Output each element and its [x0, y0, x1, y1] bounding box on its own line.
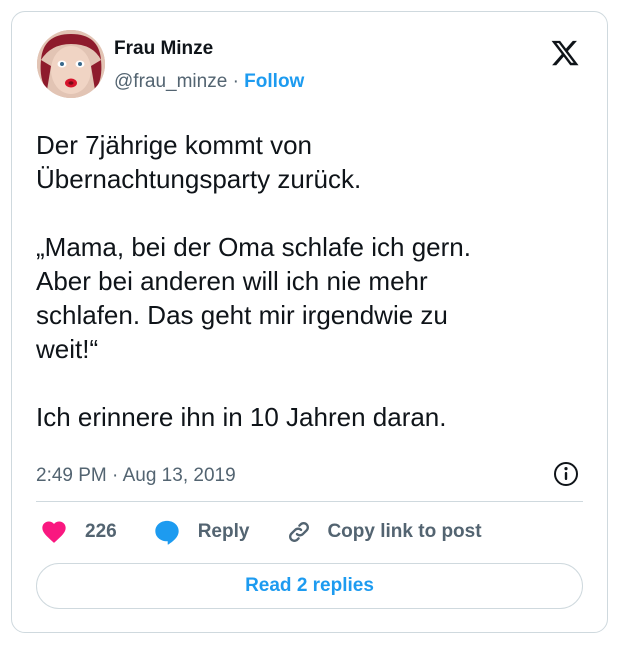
post-timestamp[interactable]: 2:49 PM · Aug 13, 2019 — [36, 464, 236, 488]
divider — [36, 501, 583, 502]
reply-button[interactable]: Reply — [153, 518, 250, 546]
avatar-image — [37, 30, 105, 98]
author-handle-row: @frau_minze · Follow — [114, 70, 304, 94]
author-handle[interactable]: @frau_minze — [114, 71, 227, 92]
action-bar: 226 Reply Copy link to post — [36, 517, 482, 547]
info-icon[interactable] — [553, 461, 579, 487]
like-button[interactable]: 226 — [40, 518, 117, 546]
author-name[interactable]: Frau Minze — [114, 37, 213, 61]
x-logo-icon[interactable] — [549, 38, 581, 68]
handle-separator: · — [232, 71, 239, 92]
like-count: 226 — [85, 521, 117, 542]
post-text: Der 7jährige kommt von Übernachtungspart… — [36, 130, 471, 432]
read-replies-button[interactable]: Read 2 replies — [36, 563, 583, 609]
reply-label: Reply — [197, 521, 250, 542]
heart-icon — [40, 518, 68, 546]
link-icon — [285, 518, 313, 546]
copy-link-label: Copy link to post — [327, 521, 482, 542]
avatar[interactable] — [37, 30, 105, 98]
speech-bubble-icon — [153, 518, 181, 546]
copy-link-button[interactable]: Copy link to post — [285, 518, 482, 546]
post-card: Frau Minze @frau_minze · Follow Der 7jäh… — [11, 11, 608, 633]
follow-button[interactable]: Follow — [244, 71, 304, 92]
